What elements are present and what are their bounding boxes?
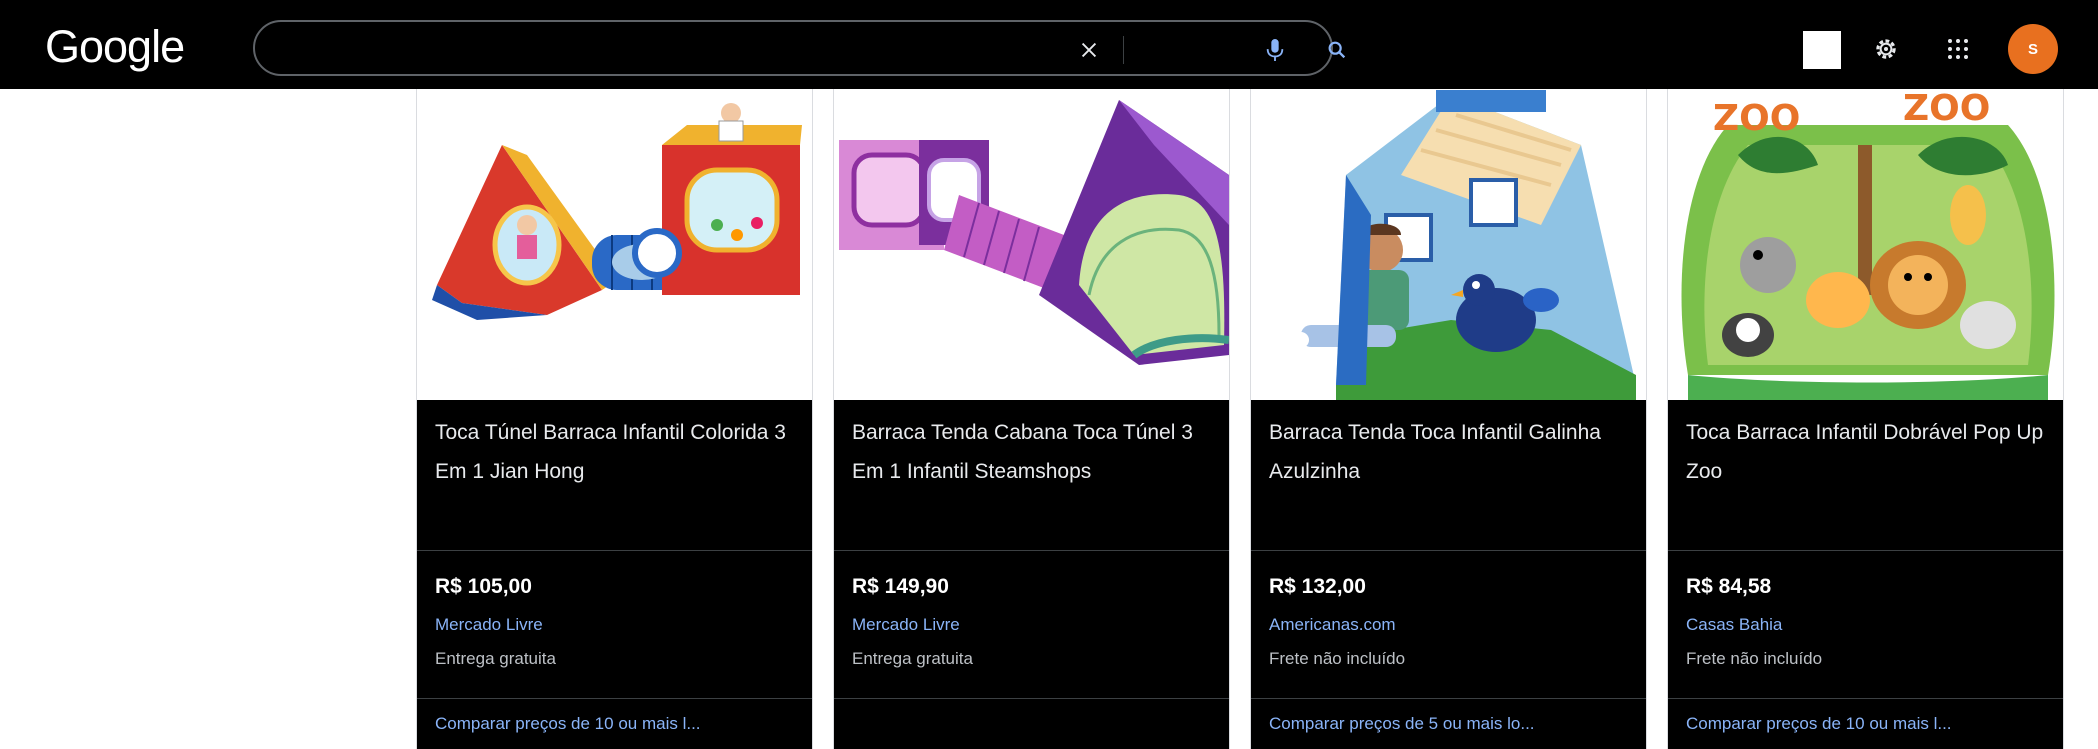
product-image[interactable] [834, 85, 1229, 400]
card-divider [1668, 698, 2063, 699]
product-title[interactable]: Barraca Tenda Toca Infantil Galinha Azul… [1269, 413, 1629, 491]
product-shipping: Entrega gratuita [852, 649, 973, 668]
card-divider [1251, 698, 1646, 699]
search-input[interactable] [279, 30, 1059, 66]
product-image-galinha-tent [1251, 85, 1646, 400]
compare-prices-link[interactable]: Comparar preços de 5 ou mais lo... [1269, 714, 1634, 734]
card-divider [834, 550, 1229, 551]
svg-text:ZOO: ZOO [1713, 98, 1800, 139]
product-image-tunnel-tent [417, 85, 812, 400]
product-card[interactable]: Barraca Tenda Cabana Toca Túnel 3 Em 1 I… [833, 84, 1230, 749]
compare-prices-link[interactable]: Comparar preços de 10 ou mais l... [435, 714, 800, 734]
product-price: R$ 149,90 [852, 575, 949, 598]
microphone-icon [1266, 39, 1284, 61]
svg-text:ZOO: ZOO [1903, 88, 1990, 129]
product-price: R$ 105,00 [435, 575, 532, 598]
apps-grid-icon [1948, 39, 1968, 59]
product-store-link[interactable]: Casas Bahia [1686, 615, 1782, 635]
top-bar: Google S [0, 0, 2098, 89]
product-title[interactable]: Toca Barraca Infantil Dobrável Pop Up Zo… [1686, 413, 2046, 491]
product-card[interactable]: ZOO ZOO Toca Barraca Infantil Dobrável P… [1667, 84, 2064, 749]
card-divider [834, 698, 1229, 699]
search-divider [1123, 36, 1124, 64]
close-icon [1081, 42, 1097, 58]
account-avatar[interactable]: S [2008, 24, 2058, 74]
product-store-link[interactable]: Mercado Livre [435, 615, 543, 635]
product-shipping: Entrega gratuita [435, 649, 556, 668]
product-title[interactable]: Barraca Tenda Cabana Toca Túnel 3 Em 1 I… [852, 413, 1212, 491]
google-apps-button[interactable] [1938, 29, 1978, 69]
product-image[interactable] [1251, 85, 1646, 400]
settings-button[interactable] [1866, 29, 1906, 69]
voice-search-button[interactable] [1255, 30, 1295, 70]
card-divider [417, 698, 812, 699]
product-store-link[interactable]: Americanas.com [1269, 615, 1396, 635]
card-divider [1668, 550, 2063, 551]
product-price: R$ 132,00 [1269, 575, 1366, 598]
product-card[interactable]: Toca Túnel Barraca Infantil Colorida 3 E… [416, 84, 813, 749]
product-shipping: Frete não incluído [1686, 649, 1823, 668]
gear-icon [1876, 39, 1896, 59]
product-price: R$ 84,58 [1686, 575, 1772, 598]
product-shipping: Frete não incluído [1269, 649, 1406, 668]
search-icon [1328, 41, 1346, 59]
search-box[interactable] [253, 20, 1346, 76]
product-image[interactable] [417, 85, 812, 400]
white-square-icon[interactable] [1803, 31, 1841, 69]
clear-search-button[interactable] [1069, 30, 1109, 70]
product-title[interactable]: Toca Túnel Barraca Infantil Colorida 3 E… [435, 413, 795, 491]
product-card[interactable]: Barraca Tenda Toca Infantil Galinha Azul… [1250, 84, 1647, 749]
card-divider [417, 550, 812, 551]
product-image-zoo-tent: ZOO ZOO [1668, 85, 2063, 400]
compare-prices-link[interactable]: Comparar preços de 10 ou mais l... [1686, 714, 2051, 734]
product-image[interactable]: ZOO ZOO [1668, 85, 2063, 400]
google-logo[interactable]: Google [45, 24, 185, 69]
search-button[interactable] [1317, 30, 1357, 70]
card-divider [1251, 550, 1646, 551]
product-image-cabana-tunnel [834, 85, 1229, 400]
product-store-link[interactable]: Mercado Livre [852, 615, 960, 635]
